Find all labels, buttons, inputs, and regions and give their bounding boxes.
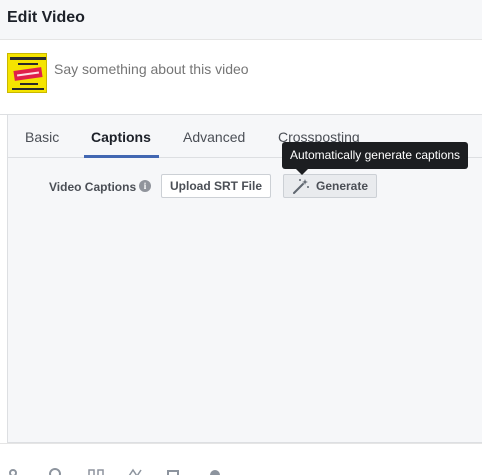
tooltip-arrow [296, 169, 308, 175]
bag-icon[interactable] [166, 468, 180, 475]
location-icon[interactable] [48, 468, 62, 475]
sticker-icon[interactable] [128, 468, 144, 475]
dialog-title: Edit Video [7, 9, 85, 26]
generate-button[interactable]: Generate [283, 174, 377, 198]
info-icon[interactable]: i [139, 180, 151, 192]
tag-icon[interactable] [6, 468, 20, 475]
more-icon[interactable] [208, 468, 222, 475]
tab-advanced[interactable]: Advanced [183, 129, 245, 145]
dialog-footer [0, 443, 482, 475]
video-description-input[interactable] [54, 61, 464, 77]
upload-srt-button[interactable]: Upload SRT File [161, 174, 271, 198]
generate-button-label: Generate [316, 179, 369, 193]
compose-area [0, 41, 482, 115]
tab-captions[interactable]: Captions [91, 129, 151, 145]
dialog-header: Edit Video [0, 0, 482, 40]
active-tab-indicator [84, 155, 159, 158]
magic-wand-icon [293, 179, 309, 194]
video-captions-label: Video Captions [49, 180, 137, 194]
feeling-icon[interactable] [88, 468, 104, 475]
tab-basic[interactable]: Basic [25, 129, 59, 145]
generate-tooltip: Automatically generate captions [282, 142, 468, 169]
video-thumbnail [7, 53, 47, 93]
